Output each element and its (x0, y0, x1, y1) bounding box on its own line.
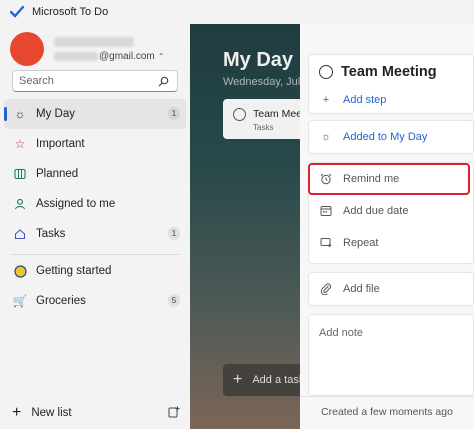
cart-icon: 🛒 (12, 294, 28, 308)
custom-lists: Getting started 🛒 Groceries 5 (0, 256, 190, 316)
sidebar-item-tasks[interactable]: Tasks 1 (0, 219, 190, 249)
task-card[interactable]: Team Meeting Tasks (223, 99, 300, 139)
sidebar: @gmail.com ⌃ Search ☼ My Day 1 ☆ Importa… (0, 24, 190, 429)
count-badge: 1 (168, 107, 180, 120)
sidebar-item-label: Assigned to me (36, 198, 116, 210)
emoji-icon (12, 264, 28, 278)
my-day-card: ☼ Added to My Day (308, 120, 474, 154)
added-to-my-day-button[interactable]: ☼ Added to My Day (309, 121, 473, 153)
sidebar-item-label: Tasks (36, 228, 66, 240)
alarm-clock-icon (319, 173, 333, 185)
add-due-date-label: Add due date (343, 205, 409, 217)
list-item-label: Groceries (36, 295, 86, 307)
new-list-label: New list (31, 407, 72, 419)
add-task-input[interactable]: + Add a task (223, 364, 300, 396)
list-item-groceries[interactable]: 🛒 Groceries 5 (0, 286, 190, 316)
check-logo-icon (10, 5, 24, 18)
complete-checkbox[interactable] (233, 108, 246, 121)
task-title[interactable]: Team Meeting (341, 64, 437, 80)
count-badge: 1 (168, 227, 180, 240)
plus-icon: + (322, 94, 330, 106)
list-date: Wednesday, July 2 (223, 76, 300, 88)
add-step-button[interactable]: + Add step (309, 89, 473, 111)
plus-icon: + (12, 404, 22, 421)
smart-lists: ☼ My Day 1 ☆ Important Planned Assigned … (0, 99, 190, 249)
search-icon[interactable] (158, 76, 169, 87)
task-detail-pane: Team Meeting + Add step ☼ Added to My Da… (300, 24, 474, 429)
complete-checkbox[interactable] (319, 65, 333, 79)
repeat-label: Repeat (343, 237, 379, 249)
sidebar-item-label: My Day (36, 108, 75, 120)
account-switcher[interactable]: @gmail.com ⌃ (10, 32, 164, 66)
sidebar-item-label: Important (36, 138, 85, 150)
list-item-label: Getting started (36, 265, 112, 277)
chevron-updown-icon[interactable]: ⌃ (158, 52, 165, 61)
list-title: My Day (223, 49, 294, 71)
task-card-list: Tasks (253, 123, 274, 132)
sun-icon: ☼ (320, 131, 332, 143)
add-step-label: Add step (343, 94, 387, 106)
task-list-pane: My Day Wednesday, July 2 Team Meeting Ta… (190, 24, 300, 429)
new-group-icon[interactable] (168, 406, 180, 421)
star-icon: ☆ (14, 137, 26, 151)
sidebar-item-my-day[interactable]: ☼ My Day 1 (4, 99, 186, 129)
repeat-button[interactable]: Repeat (309, 227, 473, 259)
plus-icon: + (233, 371, 243, 388)
dates-card: Remind me Add due date Repeat (308, 162, 474, 264)
person-icon (12, 198, 28, 210)
count-badge: 5 (168, 294, 180, 307)
remind-me-label: Remind me (343, 173, 400, 185)
sun-icon: ☼ (14, 107, 26, 121)
title-bar: Microsoft To Do (0, 0, 474, 24)
paperclip-icon (319, 283, 333, 295)
add-task-label: Add a task (252, 374, 300, 386)
list-item-getting-started[interactable]: Getting started (0, 256, 190, 286)
added-to-my-day-label: Added to My Day (343, 131, 428, 143)
new-list-button[interactable]: + New list (0, 398, 190, 428)
add-note-input[interactable]: Add note (309, 315, 473, 399)
app-title: Microsoft To Do (32, 6, 109, 18)
remind-me-button[interactable]: Remind me (309, 163, 473, 195)
add-due-date-button[interactable]: Add due date (309, 195, 473, 227)
account-name-redacted (54, 36, 134, 47)
search-input[interactable]: Search (12, 70, 178, 92)
task-card-title: Team Meeting (253, 108, 300, 120)
sidebar-item-planned[interactable]: Planned (0, 159, 190, 189)
task-header-card: Team Meeting + Add step (308, 54, 474, 114)
account-email: @gmail.com (99, 50, 155, 62)
calendar-icon (319, 205, 333, 217)
note-card: Add note (308, 314, 474, 396)
sidebar-item-label: Planned (36, 168, 79, 180)
home-icon (12, 228, 28, 240)
created-timestamp: Created a few moments ago (321, 406, 453, 418)
divider (300, 396, 474, 397)
add-file-label: Add file (343, 283, 380, 295)
calendar-grid-icon (12, 168, 28, 180)
repeat-icon (319, 237, 333, 249)
sidebar-item-important[interactable]: ☆ Important (0, 129, 190, 159)
file-card: Add file (308, 272, 474, 306)
add-file-button[interactable]: Add file (309, 273, 473, 305)
divider (10, 254, 180, 255)
account-email-redacted (54, 51, 98, 61)
avatar[interactable] (10, 32, 44, 66)
sidebar-item-assigned[interactable]: Assigned to me (0, 189, 190, 219)
search-placeholder: Search (19, 75, 54, 87)
